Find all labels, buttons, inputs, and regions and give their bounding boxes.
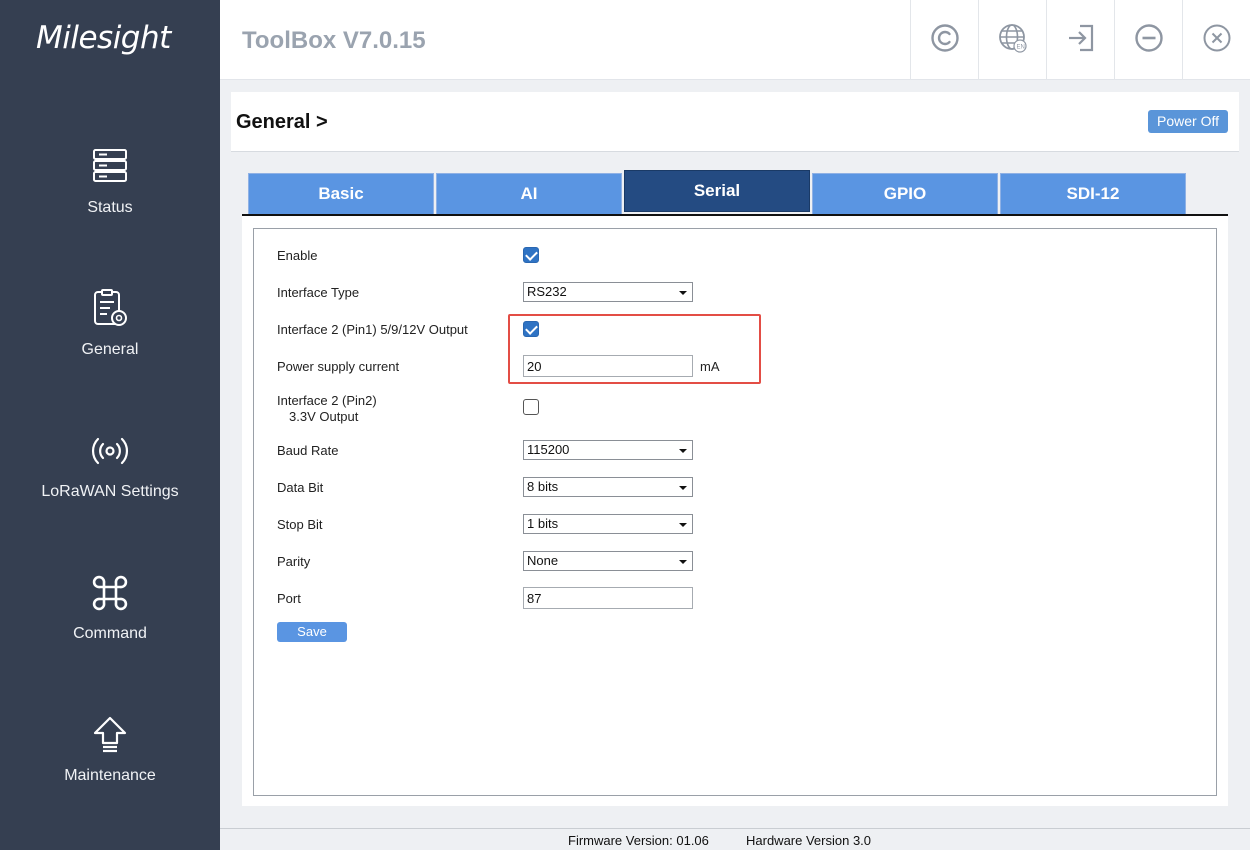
- pin2-output-label-line2: 3.3V Output: [289, 409, 359, 424]
- baud-rate-select[interactable]: 115200: [523, 440, 693, 460]
- sidebar: Milesight Status General LoRaWAN Setting…: [0, 0, 220, 850]
- power-supply-current-label: Power supply current: [277, 359, 400, 374]
- save-button[interactable]: Save: [277, 622, 347, 642]
- highlight-box: [508, 314, 761, 384]
- general-clipboard-gear-icon: [90, 289, 130, 329]
- sidebar-item-label: Maintenance: [64, 767, 156, 784]
- sidebar-item-status[interactable]: Status: [0, 147, 220, 257]
- sidebar-item-lorawan-settings[interactable]: LoRaWAN Settings: [0, 431, 220, 541]
- tab-basic[interactable]: Basic: [248, 173, 434, 215]
- copyright-icon: [930, 23, 960, 58]
- enable-checkbox[interactable]: [523, 247, 539, 263]
- chevron-down-icon: [676, 480, 690, 494]
- tab-sdi-12[interactable]: SDI-12: [1000, 173, 1186, 215]
- pin1-output-label: Interface 2 (Pin1) 5/9/12V Output: [277, 322, 468, 337]
- chevron-down-icon: [676, 554, 690, 568]
- port-label: Port: [277, 591, 301, 606]
- tab-serial[interactable]: Serial: [624, 170, 810, 212]
- sidebar-item-label: Status: [87, 199, 133, 216]
- logout-icon: [1066, 23, 1096, 58]
- svg-text:EN: EN: [1016, 44, 1024, 50]
- sidebar-item-general[interactable]: General: [0, 289, 220, 399]
- data-bit-value: 8 bits: [527, 479, 559, 494]
- pin2-output-checkbox[interactable]: [523, 399, 539, 415]
- close-button[interactable]: [1182, 0, 1250, 80]
- pin2-output-label: Interface 2 (Pin2) 3.3V Output: [277, 393, 377, 425]
- footer: Firmware Version: 01.06 Hardware Version…: [220, 828, 1250, 850]
- power-off-button[interactable]: Power Off: [1148, 110, 1228, 133]
- baud-rate-value: 115200: [527, 442, 570, 457]
- language-button[interactable]: EN: [978, 0, 1046, 80]
- command-key-icon: [90, 573, 130, 613]
- parity-select[interactable]: None: [523, 551, 693, 571]
- top-header: ToolBox V7.0.15 EN: [220, 0, 1250, 80]
- sidebar-item-label: LoRaWAN Settings: [41, 483, 179, 500]
- logout-button[interactable]: [1046, 0, 1114, 80]
- hardware-version: Hardware Version 3.0: [746, 833, 872, 848]
- chevron-down-icon: [676, 285, 690, 299]
- minimize-icon: [1134, 23, 1164, 58]
- firmware-version: Firmware Version: 01.06: [568, 833, 709, 848]
- wireless-signal-icon: [90, 431, 130, 471]
- parity-label: Parity: [277, 554, 311, 569]
- chevron-down-icon: [676, 443, 690, 457]
- data-bit-select[interactable]: 8 bits: [523, 477, 693, 497]
- milesight-logo: Milesight: [36, 20, 171, 56]
- close-icon: [1202, 23, 1232, 58]
- port-input[interactable]: [523, 587, 693, 609]
- app-title: ToolBox V7.0.15: [242, 27, 426, 54]
- sidebar-item-maintenance[interactable]: Maintenance: [0, 715, 220, 825]
- minimize-button[interactable]: [1114, 0, 1182, 80]
- parity-value: None: [527, 553, 559, 568]
- interface-type-select[interactable]: RS232: [523, 282, 693, 302]
- stop-bit-value: 1 bits: [527, 516, 559, 531]
- upload-arrow-icon: [90, 715, 130, 755]
- language-globe-icon: EN: [998, 23, 1028, 58]
- pin2-output-label-line1: Interface 2 (Pin2): [277, 393, 377, 408]
- interface-type-value: RS232: [527, 284, 567, 299]
- sidebar-item-command[interactable]: Command: [0, 573, 220, 683]
- copyright-button[interactable]: [910, 0, 978, 80]
- tab-gpio[interactable]: GPIO: [812, 173, 998, 215]
- stop-bit-label: Stop Bit: [277, 517, 323, 532]
- tab-ai[interactable]: AI: [436, 173, 622, 215]
- page-heading-bar: General > Power Off: [231, 92, 1239, 152]
- sidebar-item-label: General: [81, 341, 139, 358]
- page-title: General >: [236, 111, 328, 133]
- stop-bit-select[interactable]: 1 bits: [523, 514, 693, 534]
- enable-label: Enable: [277, 248, 318, 263]
- chevron-down-icon: [676, 517, 690, 531]
- status-server-icon: [90, 147, 130, 187]
- sidebar-item-label: Command: [73, 625, 147, 642]
- baud-rate-label: Baud Rate: [277, 443, 339, 458]
- interface-type-label: Interface Type: [277, 285, 360, 300]
- data-bit-label: Data Bit: [277, 480, 324, 495]
